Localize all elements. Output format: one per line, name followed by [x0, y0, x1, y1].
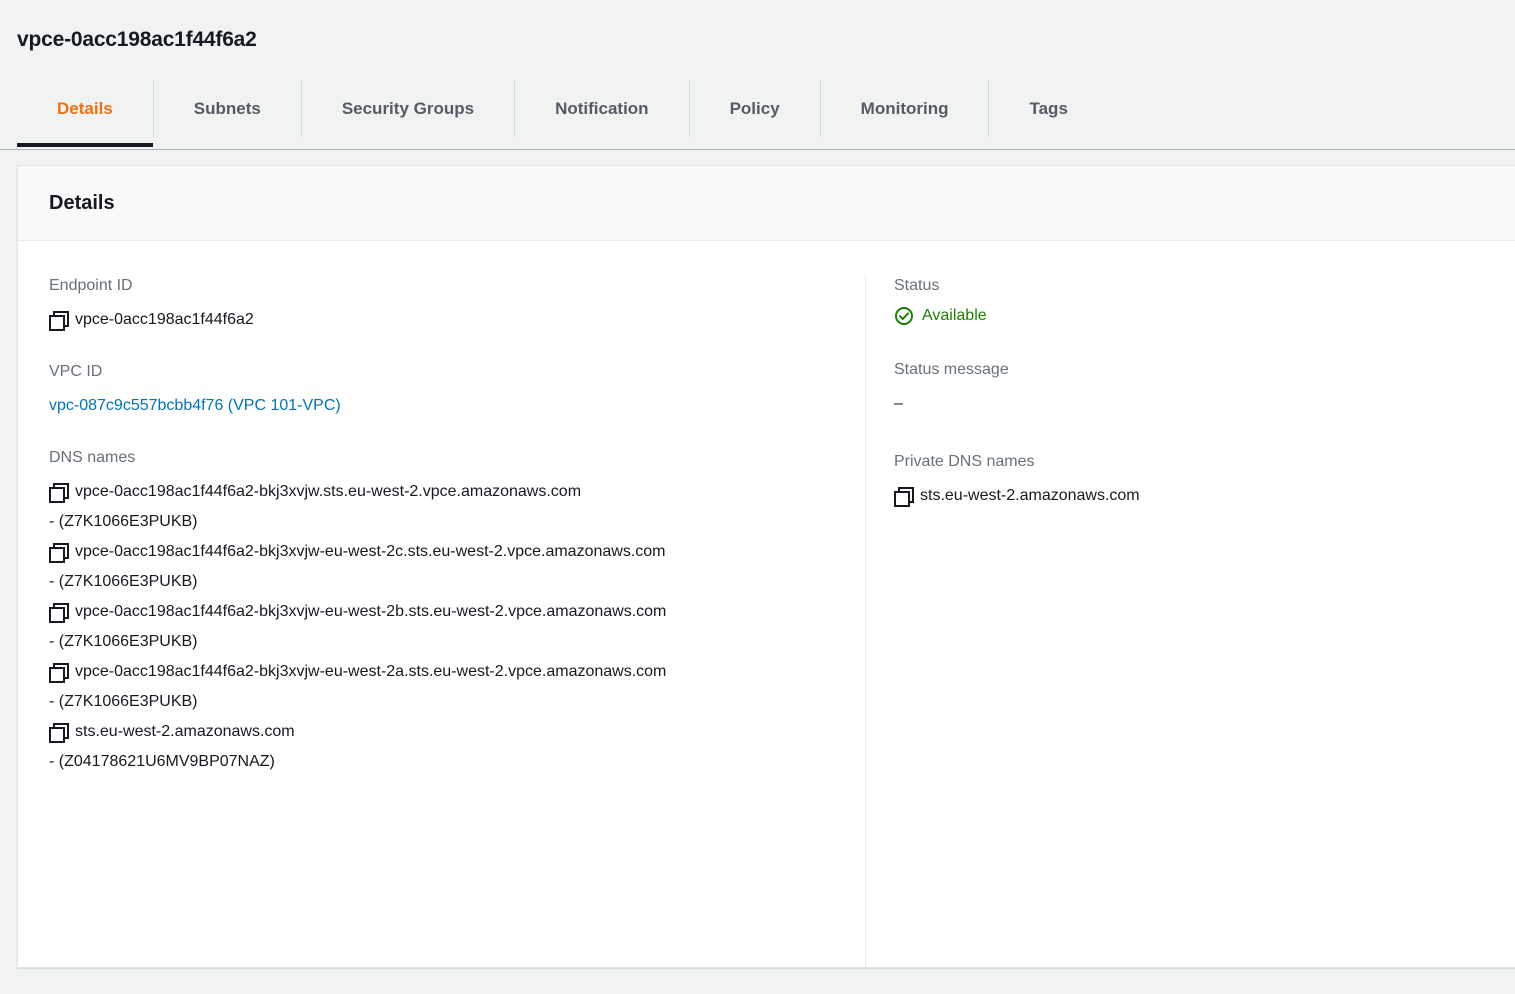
private-dns-names-list: sts.eu-west-2.amazonaws.com — [894, 481, 1515, 511]
dns-hosted-zone-id: - (Z7K1066E3PUKB) — [49, 513, 198, 530]
status-message-label: Status message — [894, 361, 1009, 378]
tab-bar: Details Subnets Security Groups Notificatio… — [0, 80, 1515, 150]
endpoint-id-label: Endpoint ID — [49, 277, 133, 294]
copy-icon[interactable] — [49, 723, 69, 743]
dns-names-label: DNS names — [49, 449, 136, 466]
status-label: Status — [894, 277, 940, 294]
tab-details[interactable]: Details — [17, 80, 154, 147]
field-status-message: Status message – — [894, 359, 1515, 419]
dns-name-row: vpce-0acc198ac1f44f6a2-bkj3xvjw.sts.eu-w… — [49, 477, 845, 507]
dns-hosted-zone-id: - (Z04178621U6MV9BP07NAZ) — [49, 753, 275, 770]
vpc-endpoint-details-page: vpce-0acc198ac1f44f6a2 Details Subnets Sec… — [0, 0, 1515, 994]
copy-icon[interactable] — [49, 603, 69, 623]
private-dns-name-value: sts.eu-west-2.amazonaws.com — [920, 487, 1140, 504]
vpc-id-link[interactable]: vpc-087c9c557bcbb4f76 (VPC 101-VPC) — [49, 391, 845, 421]
endpoint-id-value: vpce-0acc198ac1f44f6a2 — [75, 311, 254, 328]
private-dns-names-label: Private DNS names — [894, 453, 1035, 470]
copy-icon[interactable] — [49, 311, 69, 331]
details-panel-body: Endpoint ID vpce-0acc198ac1f44f6a2 VPC I… — [18, 241, 1515, 967]
tab-list: Details Subnets Security Groups Notificatio… — [0, 80, 1515, 147]
dns-hosted-zone-id: - (Z7K1066E3PUKB) — [49, 693, 198, 710]
field-vpc-id: VPC ID vpc-087c9c557bcbb4f76 (VPC 101-VP… — [49, 361, 845, 421]
dns-names-list: vpce-0acc198ac1f44f6a2-bkj3xvjw.sts.eu-w… — [49, 477, 845, 777]
field-private-dns-names: Private DNS names sts.eu-west-2.amazonaw… — [894, 451, 1515, 511]
endpoint-id-value-row: vpce-0acc198ac1f44f6a2 — [49, 305, 845, 335]
dns-name-value: vpce-0acc198ac1f44f6a2-bkj3xvjw.sts.eu-w… — [75, 483, 582, 500]
tab-security-groups[interactable]: Security Groups — [302, 80, 516, 137]
tab-notification[interactable]: Notification — [515, 80, 690, 137]
status-badge: Available — [894, 305, 1515, 327]
page-title: vpce-0acc198ac1f44f6a2 — [17, 28, 257, 51]
details-panel-heading: Details — [49, 191, 115, 214]
dns-hosted-zone-id: - (Z7K1066E3PUKB) — [49, 633, 198, 650]
dns-name-value: vpce-0acc198ac1f44f6a2-bkj3xvjw-eu-west-… — [75, 663, 667, 680]
vpc-id-label: VPC ID — [49, 363, 103, 380]
dns-name-row: vpce-0acc198ac1f44f6a2-bkj3xvjw-eu-west-… — [49, 537, 845, 567]
status-message-value: – — [894, 395, 903, 412]
tab-policy[interactable]: Policy — [690, 80, 821, 137]
copy-icon[interactable] — [49, 543, 69, 563]
field-dns-names: DNS names vpce-0acc198ac1f44f6a2-bkj3xvj… — [49, 447, 845, 777]
dns-name-row: vpce-0acc198ac1f44f6a2-bkj3xvjw-eu-west-… — [49, 657, 845, 687]
status-check-circle-icon — [895, 307, 913, 325]
details-panel-header: Details — [18, 166, 1515, 241]
details-panel: Details Endpoint ID vpce-0acc198ac1f44f6… — [17, 165, 1515, 968]
copy-icon[interactable] — [894, 487, 914, 507]
field-status: Status Available — [894, 275, 1515, 327]
dns-hosted-zone-id: - (Z7K1066E3PUKB) — [49, 573, 198, 590]
status-value: Available — [922, 307, 987, 324]
tab-monitoring[interactable]: Monitoring — [821, 80, 990, 137]
copy-icon[interactable] — [49, 483, 69, 503]
field-endpoint-id: Endpoint ID vpce-0acc198ac1f44f6a2 — [49, 275, 845, 335]
dns-name-value: vpce-0acc198ac1f44f6a2-bkj3xvjw-eu-west-… — [75, 603, 667, 620]
tab-subnets[interactable]: Subnets — [154, 80, 302, 137]
details-left-column: Endpoint ID vpce-0acc198ac1f44f6a2 VPC I… — [18, 275, 866, 967]
dns-name-value: vpce-0acc198ac1f44f6a2-bkj3xvjw-eu-west-… — [75, 543, 666, 560]
dns-name-value: sts.eu-west-2.amazonaws.com — [75, 723, 295, 740]
dns-name-row: vpce-0acc198ac1f44f6a2-bkj3xvjw-eu-west-… — [49, 597, 845, 627]
copy-icon[interactable] — [49, 663, 69, 683]
dns-name-row: sts.eu-west-2.amazonaws.com — [49, 717, 845, 747]
private-dns-name-row: sts.eu-west-2.amazonaws.com — [894, 481, 1515, 511]
tab-tags[interactable]: Tags — [989, 80, 1107, 137]
details-right-column: Status Available Status message – Privat… — [866, 275, 1515, 967]
